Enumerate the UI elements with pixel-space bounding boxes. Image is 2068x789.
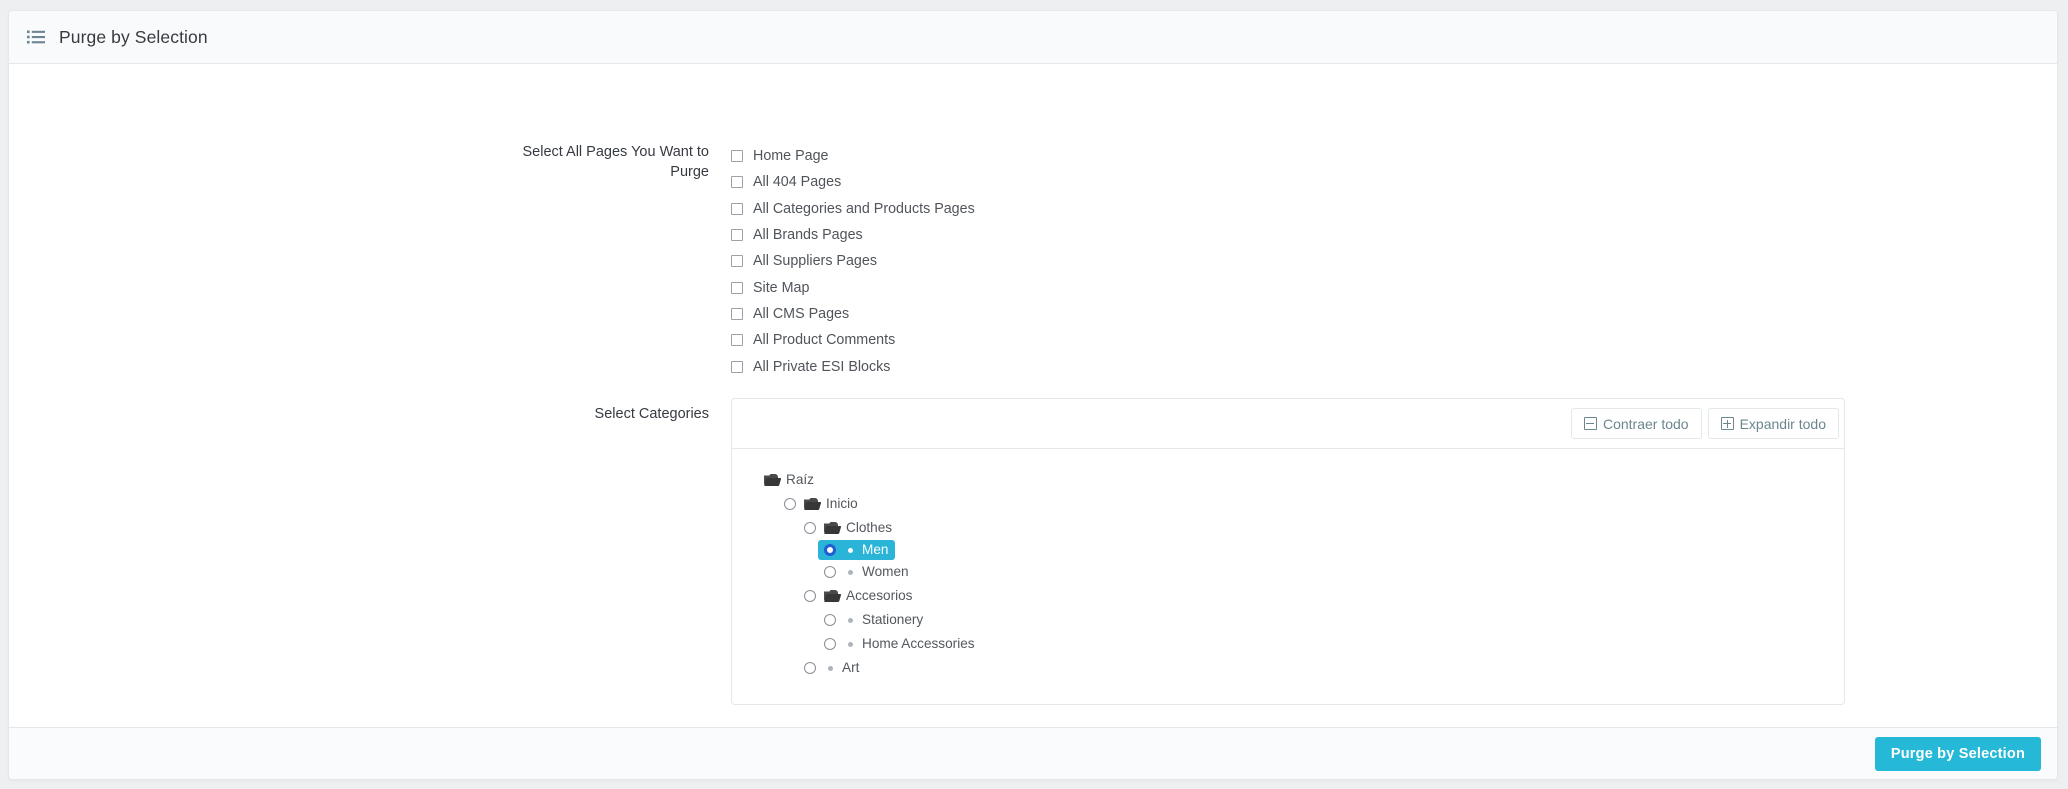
folder-icon <box>804 497 822 510</box>
card-footer: Purge by Selection <box>9 727 2057 779</box>
page-checkbox-label[interactable]: All Product Comments <box>753 332 895 348</box>
page-checkbox-label[interactable]: All 404 Pages <box>753 174 841 190</box>
tree-node[interactable]: Stationery <box>824 608 923 632</box>
tree-node[interactable]: Home Accessories <box>824 632 975 656</box>
tree-row: Clothes <box>732 516 1844 540</box>
page-title: Purge by Selection <box>59 26 208 47</box>
tree-row: Accesorios <box>732 584 1844 608</box>
page-checkbox-item[interactable]: All Private ESI Blocks <box>731 353 975 379</box>
checkbox-icon[interactable] <box>731 176 743 189</box>
checkbox-icon[interactable] <box>731 202 743 215</box>
tree-row: Art <box>732 656 1844 680</box>
checkbox-icon[interactable] <box>731 229 743 242</box>
tree-row: Inicio <box>732 492 1844 516</box>
page-checkbox-label[interactable]: All Suppliers Pages <box>753 253 877 269</box>
tree-node[interactable]: Men <box>818 540 896 560</box>
category-tree: Raíz Inicio Clothes Men Women Accesorios Stati… <box>732 449 1844 704</box>
expand-all-label: Expandir todo <box>1739 415 1826 432</box>
page-checkbox-item[interactable]: All Product Comments <box>731 327 975 353</box>
tree-node-label[interactable]: Home Accessories <box>862 636 975 652</box>
radio-icon[interactable] <box>824 638 836 650</box>
tree-node[interactable]: Raíz <box>764 468 814 492</box>
folder-icon <box>824 589 842 602</box>
collapse-all-label: Contraer todo <box>1602 415 1689 432</box>
tree-node-label[interactable]: Men <box>862 542 888 558</box>
tree-node-label[interactable]: Art <box>842 660 859 676</box>
purge-by-selection-button[interactable]: Purge by Selection <box>1874 736 2041 771</box>
tree-row: Men <box>732 540 1844 560</box>
tree-toolbar: Contraer todo Expandir todo <box>732 399 1844 449</box>
page-checkbox-item[interactable]: All 404 Pages <box>731 169 975 195</box>
tree-row: Stationery <box>732 608 1844 632</box>
dot-icon <box>848 641 853 647</box>
folder-icon <box>764 473 782 486</box>
pages-checkbox-list: Home Page All 404 Pages All Categories and… <box>731 142 975 380</box>
minus-square-icon <box>1583 417 1597 430</box>
expand-all-button[interactable]: Expandir todo <box>1707 408 1839 439</box>
dot-icon <box>828 665 833 671</box>
page-checkbox-item[interactable]: All Categories and Products Pages <box>731 196 975 222</box>
checkbox-icon[interactable] <box>731 334 743 347</box>
pages-form-row: Select All Pages You Want to Purge Home … <box>499 142 975 380</box>
page-checkbox-label[interactable]: All Private ESI Blocks <box>753 359 890 375</box>
tree-node-label[interactable]: Inicio <box>826 496 858 512</box>
tree-node[interactable]: Inicio <box>784 492 858 516</box>
page-container: Purge by Selection Select All Pages You … <box>8 10 2058 780</box>
page-checkbox-label[interactable]: Site Map <box>753 280 809 296</box>
page-checkbox-label[interactable]: All CMS Pages <box>753 306 849 322</box>
radio-icon[interactable] <box>824 566 836 578</box>
page-checkbox-item[interactable]: Home Page <box>731 143 975 169</box>
tree-node[interactable]: Art <box>804 656 859 680</box>
radio-icon[interactable] <box>804 522 816 534</box>
tree-node-label[interactable]: Stationery <box>862 612 923 628</box>
radio-icon[interactable] <box>824 614 836 626</box>
tree-row: Women <box>732 560 1844 584</box>
pages-label: Select All Pages You Want to Purge <box>522 144 709 180</box>
tree-node[interactable]: Accesorios <box>804 584 912 608</box>
categories-form-row: Select Categories Contraer todo Expandir… <box>499 398 1845 705</box>
page-checkbox-label[interactable]: All Brands Pages <box>753 227 863 243</box>
tree-node[interactable]: Women <box>824 560 909 584</box>
plus-square-icon <box>1720 417 1734 430</box>
tree-node-label[interactable]: Clothes <box>846 520 892 536</box>
tree-node-label[interactable]: Women <box>862 564 909 580</box>
radio-icon[interactable] <box>804 662 816 674</box>
checkbox-icon[interactable] <box>731 281 743 294</box>
checkbox-icon[interactable] <box>731 307 743 320</box>
tree-node-label[interactable]: Raíz <box>786 472 814 488</box>
radio-icon[interactable] <box>804 590 816 602</box>
checkbox-icon[interactable] <box>731 360 743 373</box>
tree-row: Home Accessories <box>732 632 1844 656</box>
page-checkbox-item[interactable]: All Brands Pages <box>731 222 975 248</box>
page-checkbox-item[interactable]: All Suppliers Pages <box>731 248 975 274</box>
checkbox-icon[interactable] <box>731 150 743 163</box>
tree-row: Raíz <box>732 468 1844 492</box>
categories-label: Select Categories <box>594 406 709 422</box>
folder-icon <box>824 521 842 534</box>
radio-icon[interactable] <box>784 498 796 510</box>
page-checkbox-item[interactable]: All CMS Pages <box>731 301 975 327</box>
dot-icon <box>848 617 853 623</box>
dot-icon <box>848 547 853 553</box>
purge-card: Purge by Selection Select All Pages You … <box>8 10 2058 780</box>
card-header: Purge by Selection <box>9 11 2057 64</box>
category-tree-panel: Contraer todo Expandir todo Raíz Inicio Cl… <box>731 398 1845 705</box>
page-checkbox-label[interactable]: All Categories and Products Pages <box>753 201 975 217</box>
tree-node-label[interactable]: Accesorios <box>846 588 912 604</box>
card-body: Select All Pages You Want to Purge Home … <box>9 64 2057 727</box>
dot-icon <box>848 569 853 575</box>
list-ul-icon <box>27 30 45 44</box>
page-checkbox-label[interactable]: Home Page <box>753 148 829 164</box>
tree-node[interactable]: Clothes <box>804 516 892 540</box>
radio-icon[interactable] <box>824 544 836 556</box>
page-checkbox-item[interactable]: Site Map <box>731 274 975 300</box>
collapse-all-button[interactable]: Contraer todo <box>1570 408 1702 439</box>
checkbox-icon[interactable] <box>731 255 743 268</box>
